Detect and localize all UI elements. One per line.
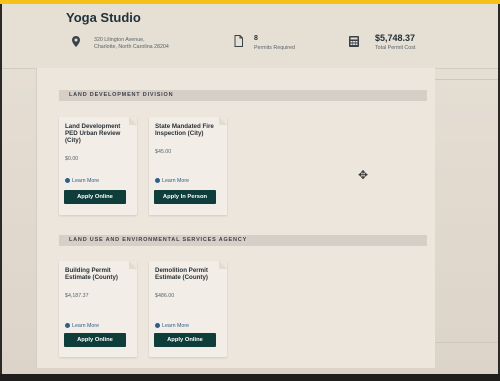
bottom-bezel bbox=[0, 374, 500, 381]
map-pin-icon bbox=[72, 36, 80, 47]
permit-card-land-development-review: Land Development PED Urban Review (City)… bbox=[59, 117, 137, 215]
calculator-icon bbox=[349, 36, 359, 47]
info-icon bbox=[155, 178, 160, 184]
permit-price: $4,187.37 bbox=[65, 293, 89, 299]
project-header: Yoga Studio 320 Lilington Avenue, Charlo… bbox=[2, 4, 498, 69]
total-cost-value: $5,748.37 bbox=[375, 33, 416, 43]
permit-title: Demolition Permit Estimate (County) bbox=[155, 267, 208, 282]
card-corner-fold bbox=[129, 117, 137, 125]
learn-more-label: Learn More bbox=[72, 323, 100, 329]
address-line-2: Charlotte, North Carolina 28204 bbox=[94, 44, 169, 50]
permit-title: State Mandated Fire Inspection (City) bbox=[155, 123, 214, 138]
app-screen: Yoga Studio 320 Lilington Avenue, Charlo… bbox=[2, 4, 498, 374]
card-corner-fold bbox=[219, 261, 227, 269]
project-address: 320 Lilington Avenue, Charlotte, North C… bbox=[94, 37, 169, 51]
permit-card-building-estimate: Building Permit Estimate (County) $4,187… bbox=[59, 261, 137, 357]
permit-price: $0.00 bbox=[65, 156, 79, 162]
learn-more-link[interactable]: Learn More bbox=[65, 178, 99, 184]
permit-card-demolition-estimate: Demolition Permit Estimate (County) $486… bbox=[149, 261, 227, 357]
section-header-land-development: LAND DEVELOPMENT DIVISION bbox=[59, 90, 427, 101]
learn-more-label: Learn More bbox=[162, 178, 190, 184]
apply-in-person-button[interactable]: Apply In Person bbox=[154, 190, 216, 204]
permits-panel: LAND DEVELOPMENT DIVISION Land Developme… bbox=[36, 68, 435, 368]
page-title: Yoga Studio bbox=[66, 10, 141, 25]
divider-line bbox=[434, 79, 498, 80]
permit-card-fire-inspection: State Mandated Fire Inspection (City) $4… bbox=[149, 117, 227, 215]
card-corner-fold bbox=[219, 117, 227, 125]
learn-more-label: Learn More bbox=[72, 178, 100, 184]
learn-more-label: Learn More bbox=[162, 323, 190, 329]
move-cursor-icon: ✥ bbox=[358, 168, 369, 182]
permits-label: Permits Required bbox=[254, 45, 295, 51]
apply-online-button[interactable]: Apply Online bbox=[154, 333, 216, 347]
learn-more-link[interactable]: Learn More bbox=[155, 323, 189, 329]
permits-count: 8 bbox=[254, 35, 258, 42]
apply-online-button[interactable]: Apply Online bbox=[64, 190, 126, 204]
apply-online-button[interactable]: Apply Online bbox=[64, 333, 126, 347]
permit-title: Building Permit Estimate (County) bbox=[65, 267, 118, 282]
permit-price: $486.00 bbox=[155, 293, 175, 299]
learn-more-link[interactable]: Learn More bbox=[155, 178, 189, 184]
permit-title: Land Development PED Urban Review (City) bbox=[65, 123, 121, 145]
divider-line bbox=[434, 342, 498, 343]
card-corner-fold bbox=[129, 261, 137, 269]
info-icon bbox=[155, 323, 160, 329]
total-cost-label: Total Permit Cost bbox=[375, 45, 416, 51]
info-icon bbox=[65, 323, 70, 329]
document-icon bbox=[234, 35, 243, 47]
learn-more-link[interactable]: Learn More bbox=[65, 323, 99, 329]
address-line-1: 320 Lilington Avenue, bbox=[94, 37, 145, 43]
section-header-land-use: LAND USE AND ENVIRONMENTAL SERVICES AGEN… bbox=[59, 235, 427, 246]
info-icon bbox=[65, 178, 70, 184]
permit-price: $45.00 bbox=[155, 149, 172, 155]
